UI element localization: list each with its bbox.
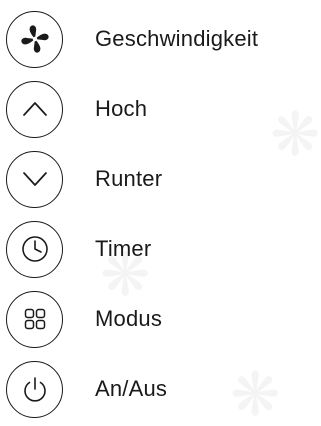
remote-button-legend: Geschwindigkeit Hoch Runter Timer Modus … <box>0 0 321 426</box>
down-button[interactable] <box>6 150 63 208</box>
legend-row-up: Hoch <box>6 78 316 140</box>
up-button[interactable] <box>6 80 63 138</box>
up-label: Hoch <box>95 96 148 121</box>
chevron-down-icon <box>22 172 47 186</box>
down-label: Runter <box>95 166 163 191</box>
power-icon <box>23 377 46 402</box>
fan-speed-icon <box>20 25 49 53</box>
legend-row-speed: Geschwindigkeit <box>6 8 316 70</box>
legend-row-power: An/Aus <box>6 358 316 420</box>
legend-row-down: Runter <box>6 148 316 210</box>
clock-icon <box>21 236 48 262</box>
power-label: An/Aus <box>95 376 168 401</box>
timer-label: Timer <box>95 236 152 261</box>
mode-button[interactable] <box>6 290 63 348</box>
speed-label: Geschwindigkeit <box>95 26 259 51</box>
legend-row-timer: Timer <box>6 218 316 280</box>
power-button[interactable] <box>6 360 63 418</box>
timer-button[interactable] <box>6 220 63 278</box>
speed-button[interactable] <box>6 10 63 68</box>
grid-icon <box>24 308 45 330</box>
legend-row-mode: Modus <box>6 288 316 350</box>
chevron-up-icon <box>22 102 47 116</box>
mode-label: Modus <box>95 306 163 331</box>
